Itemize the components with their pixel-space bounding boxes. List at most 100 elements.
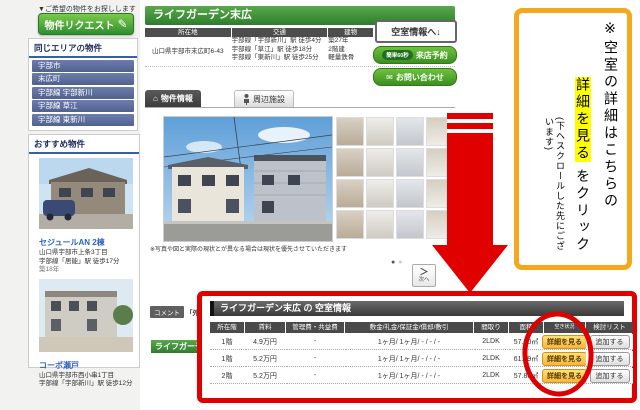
cell-fee: -: [286, 368, 344, 384]
info-header-location: 所在地: [145, 28, 231, 37]
recommended-photo-2[interactable]: [39, 279, 133, 352]
next-arrow-icon: ＞: [419, 268, 428, 277]
col-layout: 間取り: [474, 322, 508, 333]
thumbnail[interactable]: [396, 210, 424, 239]
thumbnail[interactable]: [366, 117, 394, 146]
pager-dots[interactable]: ●●: [391, 259, 405, 266]
vacancy-info-button[interactable]: 空室情報へ↓: [375, 20, 457, 43]
pager-dot: ●: [398, 259, 405, 266]
thumbnail[interactable]: [336, 117, 364, 146]
visit-reservation-label: 来店予約: [416, 50, 448, 61]
col-area: 面積: [509, 322, 543, 333]
recommended-card-1-age: 築18年: [39, 266, 133, 275]
add-to-list-button[interactable]: 追加する: [590, 335, 630, 349]
sidebar-item-ubeshinkawa[interactable]: 宇部線 宇部新川: [32, 87, 134, 99]
detail-button[interactable]: 詳細を見る: [542, 335, 587, 349]
add-to-list-button[interactable]: 追加する: [590, 352, 630, 366]
thumbnail[interactable]: [366, 179, 394, 208]
vacancy-table: 所在階 賃料 管理費・共益費 敷金/礼金/保証金/償却/敷引 間取り 面積 空き…: [210, 322, 624, 384]
recommended-card-2-name[interactable]: コーポ瀬戸: [39, 360, 133, 371]
info-access-1: 宇部線「宇部新川」駅 徒歩4分: [232, 37, 328, 46]
info-header-access: 交通: [232, 28, 328, 37]
thumbnail[interactable]: [336, 148, 364, 177]
property-info-table: 所在地 交通 建物 山口県宇部市末広町6-43 宇部線「宇部新川」駅 徒歩4分 …: [145, 28, 373, 63]
annotation-line-3: (下へスクロールした先にございます): [543, 21, 565, 257]
recommended-card-1-name[interactable]: セジュールAN 2棟: [39, 237, 133, 248]
request-button-label: 物件リクエスト: [44, 17, 114, 32]
thumbnail[interactable]: [396, 179, 424, 208]
recommended-card-1-access: 宇部線「居能」駅 徒歩17分: [39, 258, 133, 267]
info-building-structure: 軽量鉄骨: [328, 54, 373, 63]
cell-floor: 2階: [210, 368, 244, 384]
cell-rent: 5.2万円: [245, 368, 285, 384]
col-rent: 賃料: [245, 322, 285, 333]
cell-deposit: 1ヶ月/ 1ヶ月/ - / - / -: [345, 334, 473, 350]
cell-layout: 2LDK: [474, 334, 508, 350]
recommended-card-2-access: 宇部線「宇部新川」駅 徒歩12分: [39, 380, 133, 389]
cell-fee: -: [286, 334, 344, 350]
col-shortlist: 検討リスト: [586, 322, 633, 333]
tab-surroundings-label: 周辺施設: [253, 94, 285, 105]
thumbnail[interactable]: [366, 148, 394, 177]
thumbnail[interactable]: [396, 148, 424, 177]
annotation-note-box: ※空室の詳細はこちらの 詳細を見る をクリック (下へスクロールした先にございま…: [514, 8, 632, 270]
recommended-photo-1[interactable]: [39, 158, 133, 229]
recommended-card-1-address: 山口県宇部市上条3丁目: [39, 249, 133, 258]
property-request-button[interactable]: 物件リクエスト ✎: [38, 13, 134, 35]
tab-property-info-label: 物件情報: [161, 93, 193, 104]
comment-tag: コメント: [150, 306, 184, 318]
thumbnail[interactable]: [336, 210, 364, 239]
info-access-3: 宇部線「東新川」駅 徒歩25分: [232, 54, 328, 63]
info-header-building: 建物: [328, 28, 373, 37]
thumbnail[interactable]: [336, 179, 364, 208]
main-property-photo: [163, 116, 333, 242]
cell-fee: -: [286, 351, 344, 367]
tab-surroundings[interactable]: 周辺施設: [234, 90, 294, 107]
cell-deposit: 1ヶ月/ 1ヶ月/ - / - / -: [345, 351, 473, 367]
col-availability: 空き状況: [544, 322, 585, 333]
recommended-title: おすすめ物件: [29, 135, 139, 154]
same-area-box: 同じエリアの物件 宇部市 末広町 宇部線 宇部新川 宇部線 草江 宇部線 東新川: [28, 38, 138, 131]
recommended-box: おすすめ物件 セジュールAN 2棟 山口県宇部市上条3丁目 宇部線「居能」駅 徒…: [28, 134, 140, 368]
detail-button[interactable]: 詳細を見る: [542, 369, 587, 383]
divider: [145, 66, 455, 67]
cell-deposit: 1ヶ月/ 1ヶ月/ - / - / -: [345, 368, 473, 384]
info-address: 山口県宇部市末広町6-43: [145, 37, 231, 63]
contact-label: お問い合わせ: [396, 72, 444, 83]
photo-caption: ※写真や図と実際の現状とが異なる場合は現状を優先させていただきます: [150, 244, 360, 253]
col-deposit: 敷金/礼金/保証金/償却/敷引: [345, 322, 473, 333]
annotation-highlight: 詳細を見る: [575, 77, 591, 162]
vacancy-section-title: ライフガーデン末広 の 空室情報: [210, 301, 624, 316]
cell-floor: 1階: [210, 334, 244, 350]
col-fee: 管理費・共益費: [286, 322, 344, 333]
tab-property-info[interactable]: ⌂ 物件情報: [145, 90, 201, 107]
add-to-list-button[interactable]: 追加する: [590, 369, 630, 383]
thumbnail[interactable]: [396, 117, 424, 146]
info-building-floors: 2階建: [328, 46, 373, 55]
tab-underline: [145, 107, 455, 108]
red-arrow-head: [432, 245, 508, 293]
cell-layout: 2LDK: [474, 368, 508, 384]
page: ▼ご希望の物件をお探しします 物件リクエスト ✎ 同じエリアの物件 宇部市 末広…: [0, 0, 640, 410]
cell-area: 57.80㎡: [509, 334, 543, 350]
next-label: 次へ: [418, 277, 429, 283]
visit-reservation-button[interactable]: 簡単60秒 来店予約: [373, 46, 457, 64]
col-floor: 所在階: [210, 322, 244, 333]
cell-layout: 2LDK: [474, 351, 508, 367]
sidebar-item-kusae[interactable]: 宇部線 草江: [32, 100, 134, 112]
sidebar-item-ube-city[interactable]: 宇部市: [32, 60, 134, 72]
recommended-card-2-address: 山口県宇部市西小串1丁目: [39, 372, 133, 381]
detail-button[interactable]: 詳細を見る: [542, 352, 587, 366]
annotation-line-1: ※空室の詳細はこちらの: [601, 21, 621, 257]
thumbnail[interactable]: [366, 210, 394, 239]
sidebar-item-higashishinkawa[interactable]: 宇部線 東新川: [32, 114, 134, 126]
cell-floor: 1階: [210, 351, 244, 367]
info-building-age: 築27年: [328, 37, 373, 46]
cell-rent: 5.2万円: [245, 351, 285, 367]
red-arrow-shaft: [447, 113, 493, 245]
annotation-line-2-rest: をクリック: [575, 162, 591, 254]
memo-pen-icon: ✎: [117, 17, 127, 31]
contact-button[interactable]: ✉ お問い合わせ: [373, 68, 457, 86]
person-icon: [243, 94, 250, 105]
sidebar-item-suehiro[interactable]: 末広町: [32, 73, 134, 85]
